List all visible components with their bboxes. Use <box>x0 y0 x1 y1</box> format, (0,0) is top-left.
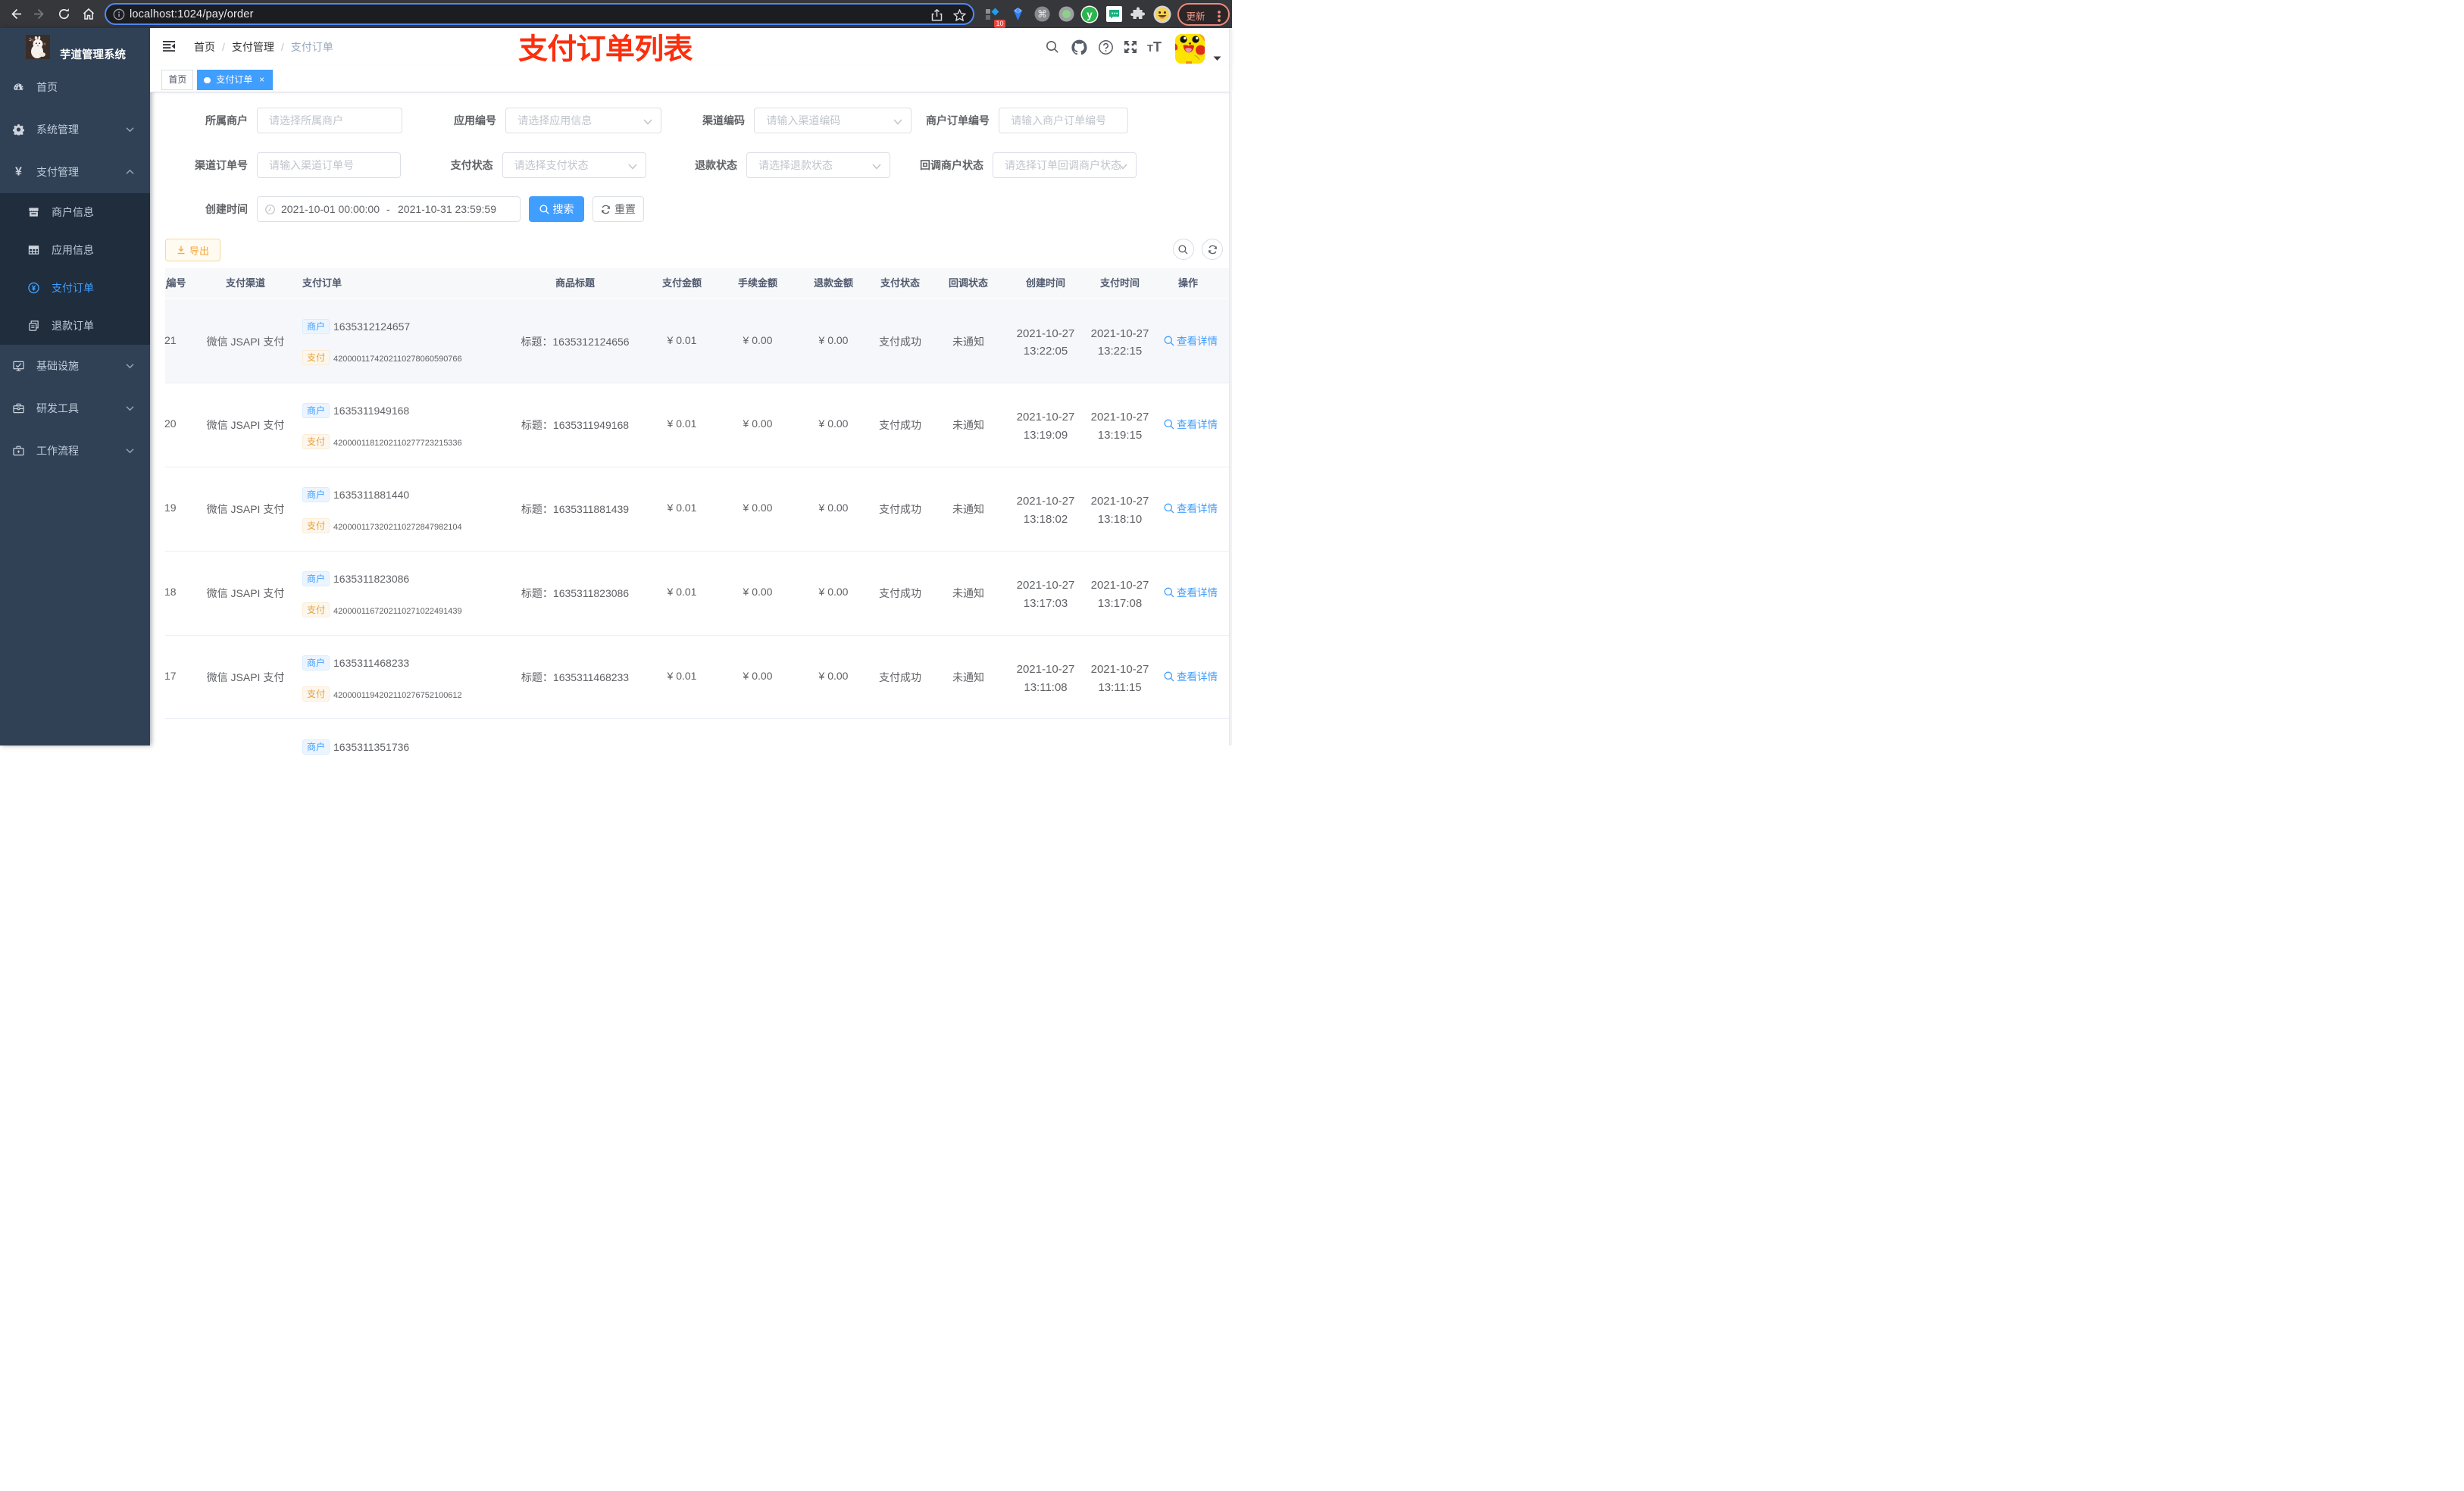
svg-text:T: T <box>1153 40 1162 54</box>
svg-text:T: T <box>1147 42 1153 54</box>
svg-text:y: y <box>1087 9 1093 20</box>
svg-text:⌘: ⌘ <box>1037 8 1047 20</box>
